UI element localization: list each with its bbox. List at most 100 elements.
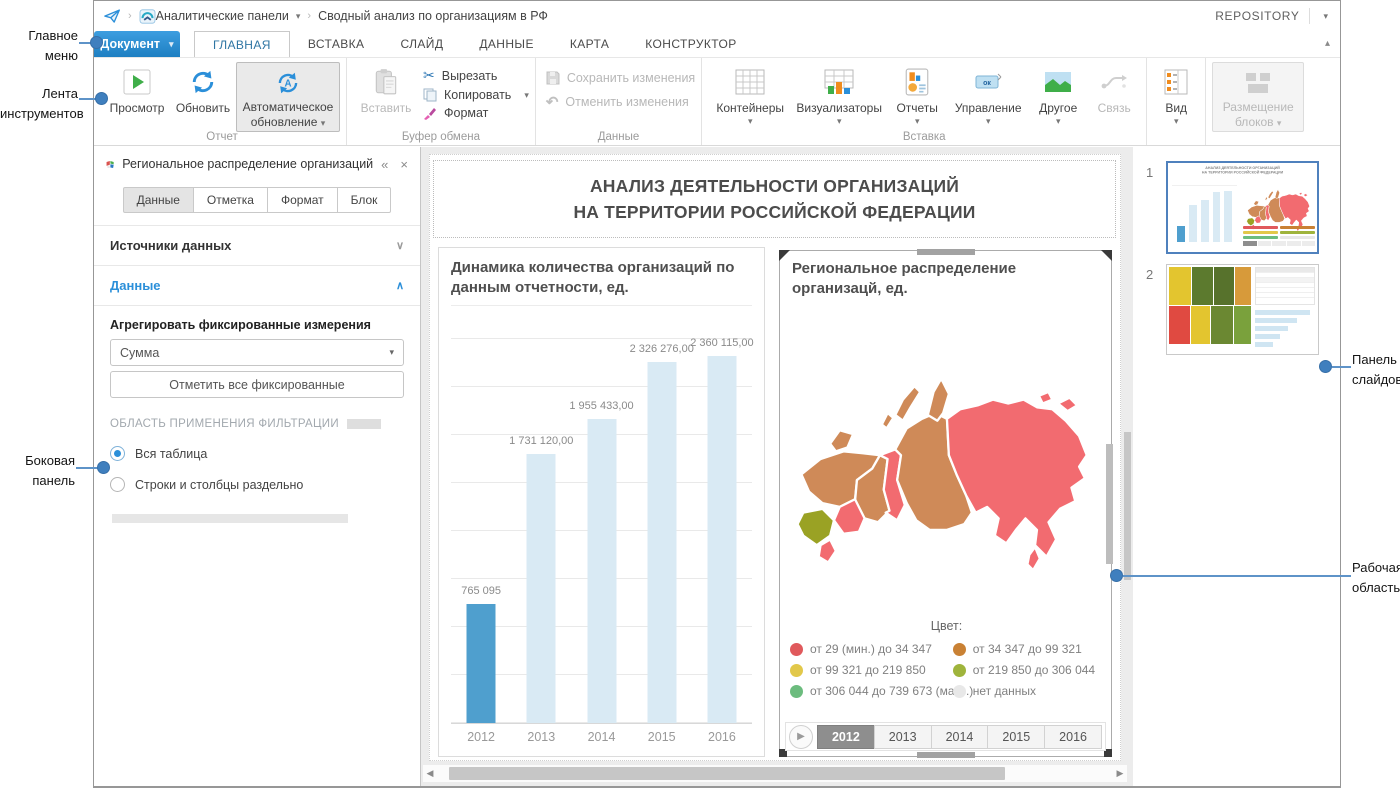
document-menu-button[interactable]: Документ▾ — [94, 31, 180, 57]
selection-handle[interactable] — [779, 250, 790, 261]
scrollbar-thumb[interactable] — [449, 767, 1005, 780]
repository-dropdown-icon[interactable]: ▾ — [1323, 11, 1328, 22]
breadcrumb-separator: › — [128, 10, 132, 22]
radio-label: Вся таблица — [135, 447, 207, 461]
radio-option-0[interactable]: Вся таблица — [110, 446, 404, 461]
legend-label: от 306 044 до 739 673 (макс.) — [810, 684, 973, 698]
mini-year — [1258, 241, 1272, 246]
copy-button[interactable]: Копировать▾ — [423, 88, 529, 102]
slide-thumbnail-2[interactable] — [1166, 264, 1319, 355]
sidebar-tab-блок[interactable]: Блок — [337, 187, 392, 213]
paste-button[interactable]: Вставить — [353, 61, 419, 115]
year-button-2015[interactable]: 2015 — [987, 725, 1045, 749]
legend-label: от 99 321 до 219 850 — [810, 663, 926, 677]
collapse-panel-icon[interactable]: « — [381, 157, 388, 172]
legend-item-4: от 306 044 до 739 673 (макс.) — [790, 684, 953, 698]
chevron-down-icon: ▾ — [524, 90, 529, 101]
play-icon — [123, 65, 151, 99]
tab-вставка[interactable]: ВСТАВКА — [290, 31, 383, 57]
link-button[interactable]: Связь — [1088, 61, 1140, 115]
ribbon-toolbar: Просмотр Обновить A Автоматическое обнов… — [94, 57, 1340, 146]
tab-слайд[interactable]: СЛАЙД — [382, 31, 461, 57]
preview-button[interactable]: Просмотр — [104, 61, 170, 115]
management-button[interactable]: ок Управление▾ — [948, 61, 1028, 127]
breadcrumb-section[interactable]: Аналитические панели▾ — [156, 9, 301, 23]
section-data-sources[interactable]: Источники данных∨ — [94, 225, 420, 265]
slide-thumbnail-1[interactable]: АНАЛИЗ ДЕЯТЕЛЬНОСТИ ОРГАНИЗАЦИЙ НА ТЕРРИ… — [1166, 161, 1319, 254]
repository-label[interactable]: REPOSITORY — [1215, 9, 1299, 23]
paper-plane-icon[interactable] — [104, 9, 121, 24]
mini-bar — [1201, 200, 1209, 242]
chevron-down-icon: ▾ — [1174, 116, 1179, 127]
section-data[interactable]: Данные∧ — [94, 265, 420, 305]
radio-option-1[interactable]: Строки и столбцы раздельно — [110, 477, 404, 492]
sidebar-tab-формат[interactable]: Формат — [267, 187, 338, 213]
selection-handle[interactable] — [917, 249, 975, 255]
sidebar-tab-данные[interactable]: Данные — [123, 187, 194, 213]
breadcrumb: › Аналитические панели▾ › Сводный анализ… — [94, 1, 1340, 31]
refresh-icon — [189, 65, 217, 99]
chevron-down-icon: ▾ — [748, 116, 753, 127]
bar-chart-block[interactable]: Динамика количества организаций по данны… — [438, 247, 765, 757]
selection-handle[interactable] — [917, 752, 975, 758]
radio-button[interactable] — [110, 446, 125, 461]
other-button[interactable]: Другое▾ — [1028, 61, 1088, 127]
vertical-scrollbar[interactable] — [1124, 147, 1132, 762]
group-label-report: Отчет — [98, 131, 346, 143]
year-button-2013[interactable]: 2013 — [874, 725, 932, 749]
legend-color-dot — [953, 685, 966, 698]
mark-all-button[interactable]: Отметить все фиксированные — [110, 371, 404, 398]
scrollbar-thumb[interactable] — [1124, 432, 1131, 580]
cut-button[interactable]: ✂Вырезать — [423, 67, 529, 84]
selection-handle[interactable] — [1106, 444, 1113, 564]
mini-bar — [1177, 226, 1185, 242]
tab-данные[interactable]: ДАННЫЕ — [461, 31, 552, 57]
horizontal-scrollbar[interactable]: ◀ ▶ — [423, 765, 1127, 782]
selection-handle[interactable] — [1101, 250, 1112, 261]
legend-color-dot — [790, 685, 803, 698]
close-panel-icon[interactable]: × — [400, 157, 408, 172]
sidebar-scrollbar[interactable] — [112, 514, 348, 523]
dashboard-title-block[interactable]: АНАЛИЗ ДЕЯТЕЛЬНОСТИ ОРГАНИЗАЦИЙ НА ТЕРРИ… — [433, 160, 1116, 238]
sidebar-tabs: ДанныеОтметкаФорматБлок — [94, 187, 420, 213]
mini-bar — [1213, 192, 1221, 242]
russia-map[interactable] — [788, 351, 1104, 613]
containers-button[interactable]: Контейнеры▾ — [708, 61, 792, 127]
format-button[interactable]: Формат — [423, 106, 529, 120]
ribbon-group-view: Вид▾ — [1146, 58, 1205, 145]
tab-конструктор[interactable]: КОНСТРУКТОР — [627, 31, 754, 57]
tab-главная[interactable]: ГЛАВНАЯ — [194, 31, 290, 57]
bar-column-2016: 2 360 115,00 — [692, 320, 752, 723]
collapse-ribbon-icon[interactable]: ▴ — [1325, 38, 1330, 49]
sidebar-tab-отметка[interactable]: Отметка — [193, 187, 268, 213]
annotation-dot — [97, 461, 110, 474]
dashboard-icon[interactable] — [139, 9, 156, 24]
play-button[interactable]: ▶ — [789, 725, 813, 749]
reports-button[interactable]: Отчеты▾ — [886, 61, 948, 127]
year-button-2016[interactable]: 2016 — [1044, 725, 1102, 749]
legend-title: Цвет: — [790, 619, 1103, 633]
annotation-ribbon: Лента инструментов — [0, 84, 78, 124]
x-tick-label: 2015 — [632, 730, 692, 744]
scroll-right-icon[interactable]: ▶ — [1113, 768, 1127, 779]
undo-changes-button[interactable]: ↶Отменить изменения — [546, 93, 695, 111]
legend-item-3: от 219 850 до 306 044 — [953, 663, 1103, 677]
radio-button[interactable] — [110, 477, 125, 492]
year-button-2014[interactable]: 2014 — [931, 725, 989, 749]
scroll-left-icon[interactable]: ◀ — [423, 768, 437, 779]
mini-legend-dot — [1280, 236, 1315, 239]
blocks-layout-button[interactable]: Размещение блоков ▾ — [1212, 62, 1304, 132]
map-legend: Цвет: от 29 (мин.) до 34 347от 34 347 до… — [790, 619, 1103, 698]
tab-карта[interactable]: КАРТА — [552, 31, 627, 57]
annotation-dot — [95, 92, 108, 105]
year-button-2012[interactable]: 2012 — [817, 725, 875, 749]
bar-column-2015: 2 326 276,00 — [632, 320, 692, 723]
breadcrumb-document[interactable]: Сводный анализ по организациям в РФ — [318, 9, 548, 23]
visualizers-button[interactable]: Визуализаторы▾ — [792, 61, 886, 127]
map-block[interactable]: Региональное распределение организацй, е… — [779, 250, 1112, 757]
view-button[interactable]: Вид▾ — [1153, 61, 1199, 127]
save-changes-button[interactable]: Сохранить изменения — [546, 71, 695, 85]
aggregate-select[interactable]: Сумма▾ — [110, 339, 404, 366]
auto-refresh-button[interactable]: A Автоматическое обновление ▾ — [236, 62, 340, 132]
refresh-button[interactable]: Обновить — [170, 61, 236, 115]
